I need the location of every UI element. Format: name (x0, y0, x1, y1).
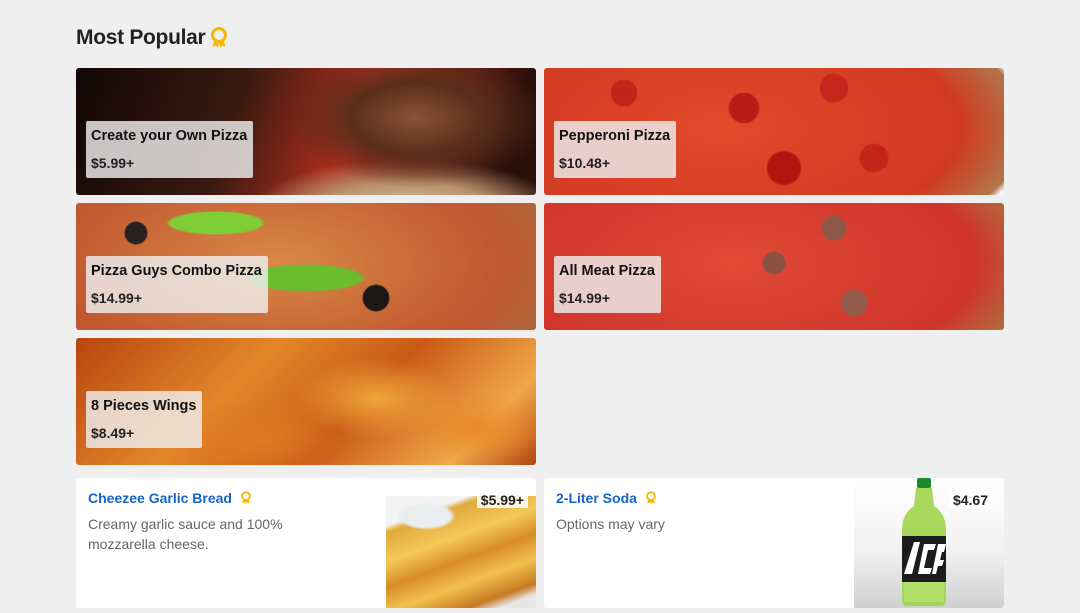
product-title: Cheezee Garlic Bread (88, 490, 252, 506)
card-label: All Meat Pizza $14.99+ (554, 256, 661, 313)
card-title: Pepperoni Pizza (559, 128, 671, 144)
product-description: Options may vary (556, 516, 665, 532)
product-name[interactable]: 2-Liter Soda (556, 490, 637, 506)
card-label: 8 Pieces Wings $8.49+ (86, 391, 203, 448)
card-title: All Meat Pizza (559, 263, 655, 279)
product-description: Creamy garlic sauce and 100% mozzarella … (88, 516, 283, 552)
card-label: Pizza Guys Combo Pizza $14.99+ (86, 256, 268, 313)
ribbon-award-icon (211, 27, 228, 48)
card-price: $10.48+ (559, 155, 610, 171)
product-name[interactable]: Cheezee Garlic Bread (88, 490, 232, 506)
product-title: 2-Liter Soda (556, 490, 657, 506)
section-header: Most Popular (76, 26, 229, 50)
card-title: 8 Pieces Wings (91, 398, 197, 414)
menu-card-pepperoni-pizza[interactable]: Pepperoni Pizza $10.48+ (544, 68, 1004, 195)
product-card-soda[interactable]: 2-Liter Soda Options may vary $4.67 (544, 478, 1004, 608)
product-card-garlic-bread[interactable]: Cheezee Garlic Bread Creamy garlic sauce… (76, 478, 536, 608)
card-title: Pizza Guys Combo Pizza (91, 263, 262, 279)
card-title: Create your Own Pizza (91, 128, 248, 144)
product-price: $4.67 (948, 492, 992, 508)
menu-card-combo-pizza[interactable]: Pizza Guys Combo Pizza $14.99+ (76, 203, 536, 330)
card-label: Pepperoni Pizza $10.48+ (554, 121, 677, 178)
garlic-bread-image (386, 496, 536, 608)
menu-card-create-your-own-pizza[interactable]: Create your Own Pizza $5.99+ (76, 68, 536, 195)
ribbon-award-icon (241, 491, 251, 504)
product-price: $5.99+ (476, 492, 528, 508)
menu-card-all-meat-pizza[interactable]: All Meat Pizza $14.99+ (544, 203, 1004, 330)
card-price: $14.99+ (559, 290, 610, 306)
section-title: Most Popular (76, 26, 206, 49)
menu-card-wings[interactable]: 8 Pieces Wings $8.49+ (76, 338, 536, 465)
card-price: $8.49+ (91, 425, 135, 441)
card-price: $5.99+ (91, 155, 135, 171)
ribbon-award-icon (646, 491, 656, 504)
card-price: $14.99+ (91, 290, 142, 306)
card-label: Create your Own Pizza $5.99+ (86, 121, 254, 178)
